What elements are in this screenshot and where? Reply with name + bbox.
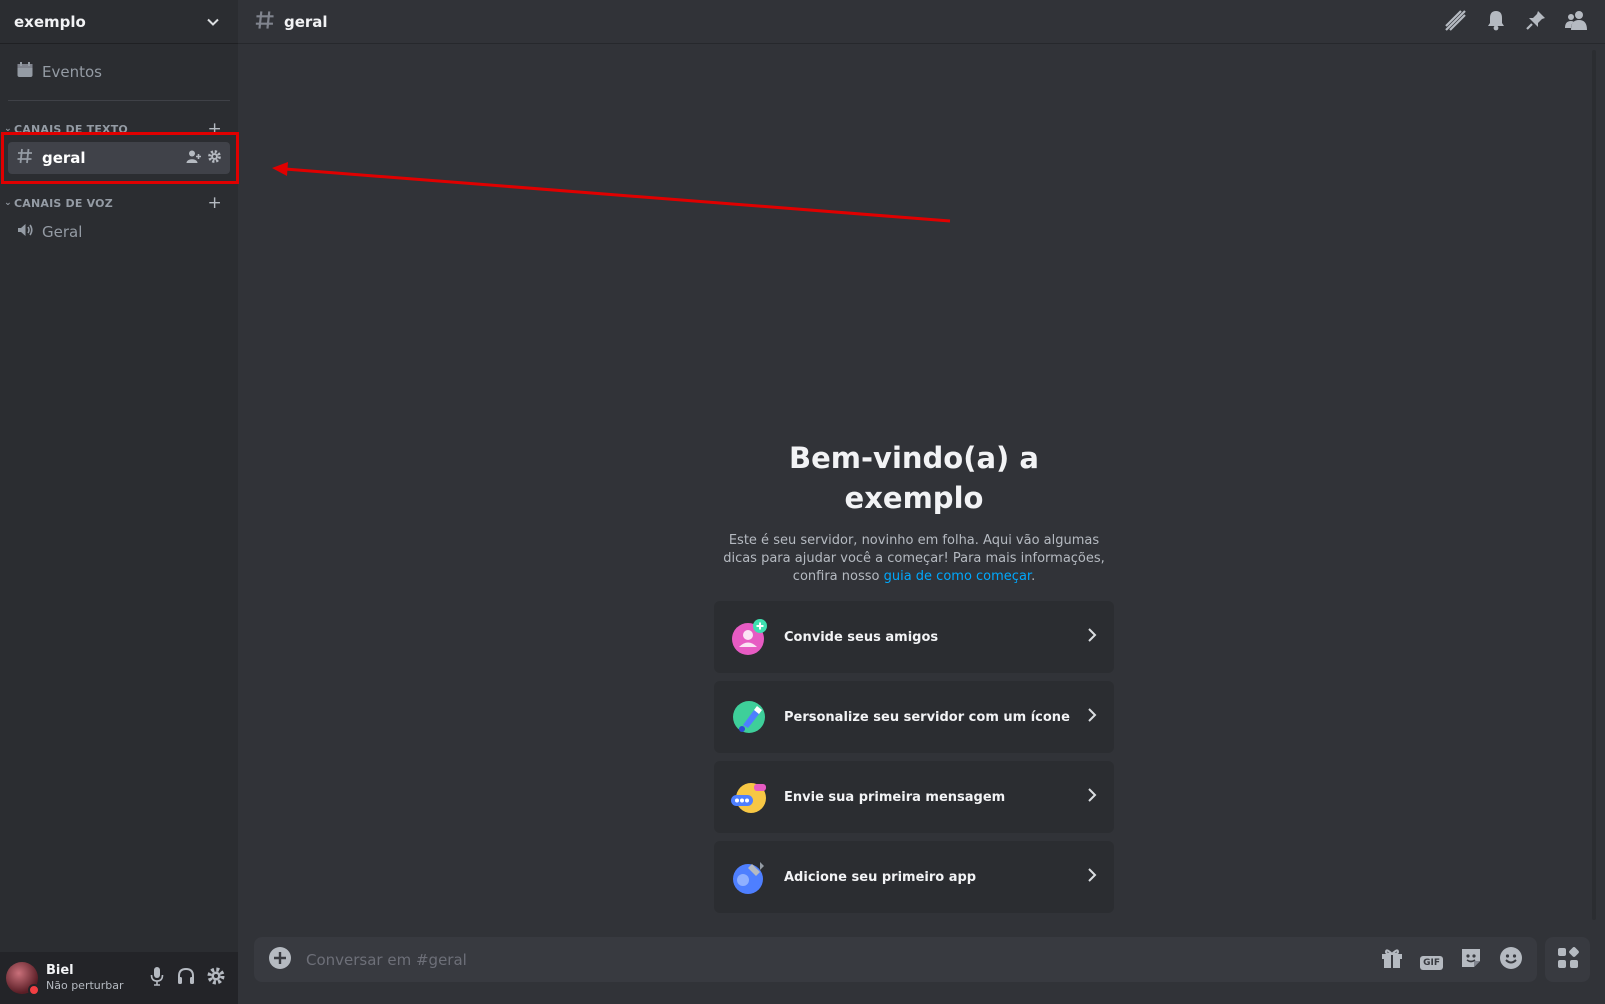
card-invite-friends[interactable]: Convide seus amigos	[714, 601, 1114, 673]
card-label: Convide seus amigos	[784, 629, 939, 645]
chevron-right-icon	[1086, 627, 1098, 647]
card-first-message[interactable]: Envie sua primeira mensagem	[714, 761, 1114, 833]
welcome-title-line1: Bem-vindo(a) a	[789, 441, 1039, 475]
gif-label: GIF	[1420, 956, 1443, 970]
message-input[interactable]	[306, 950, 1306, 969]
getting-started-link[interactable]: guia de como começar	[884, 569, 1031, 584]
chevron-right-icon	[1086, 787, 1098, 807]
message-composer: GIF	[254, 937, 1537, 982]
invite-icon	[730, 618, 768, 656]
app-icon	[730, 858, 768, 896]
welcome-title: Bem-vindo(a) a exemplo	[714, 438, 1114, 518]
chevron-right-icon	[1086, 867, 1098, 887]
card-label: Personalize seu servidor com um ícone	[784, 709, 1070, 725]
card-label: Adicione seu primeiro app	[784, 869, 977, 885]
welcome-description: Este é seu servidor, novinho em folha. A…	[714, 532, 1114, 586]
card-customize-server[interactable]: Personalize seu servidor com um ícone	[714, 681, 1114, 753]
sticker-icon[interactable]	[1459, 946, 1483, 974]
welcome-section: Bem-vindo(a) a exemplo Este é seu servid…	[714, 438, 1114, 586]
message-icon	[730, 778, 768, 816]
gift-icon[interactable]	[1380, 946, 1404, 974]
card-first-app[interactable]: Adicione seu primeiro app	[714, 841, 1114, 913]
gif-icon[interactable]: GIF	[1420, 950, 1443, 970]
apps-button[interactable]	[1545, 937, 1590, 982]
emoji-icon[interactable]	[1499, 946, 1523, 974]
welcome-title-line2: exemplo	[844, 481, 984, 515]
card-label: Envie sua primeira mensagem	[784, 789, 1006, 805]
upload-plus-icon[interactable]	[268, 946, 292, 974]
apps-icon	[1556, 946, 1580, 974]
welcome-desc-end: .	[1031, 569, 1036, 584]
scrollbar[interactable]	[1592, 50, 1596, 920]
chevron-right-icon	[1086, 707, 1098, 727]
customize-icon	[730, 698, 768, 736]
